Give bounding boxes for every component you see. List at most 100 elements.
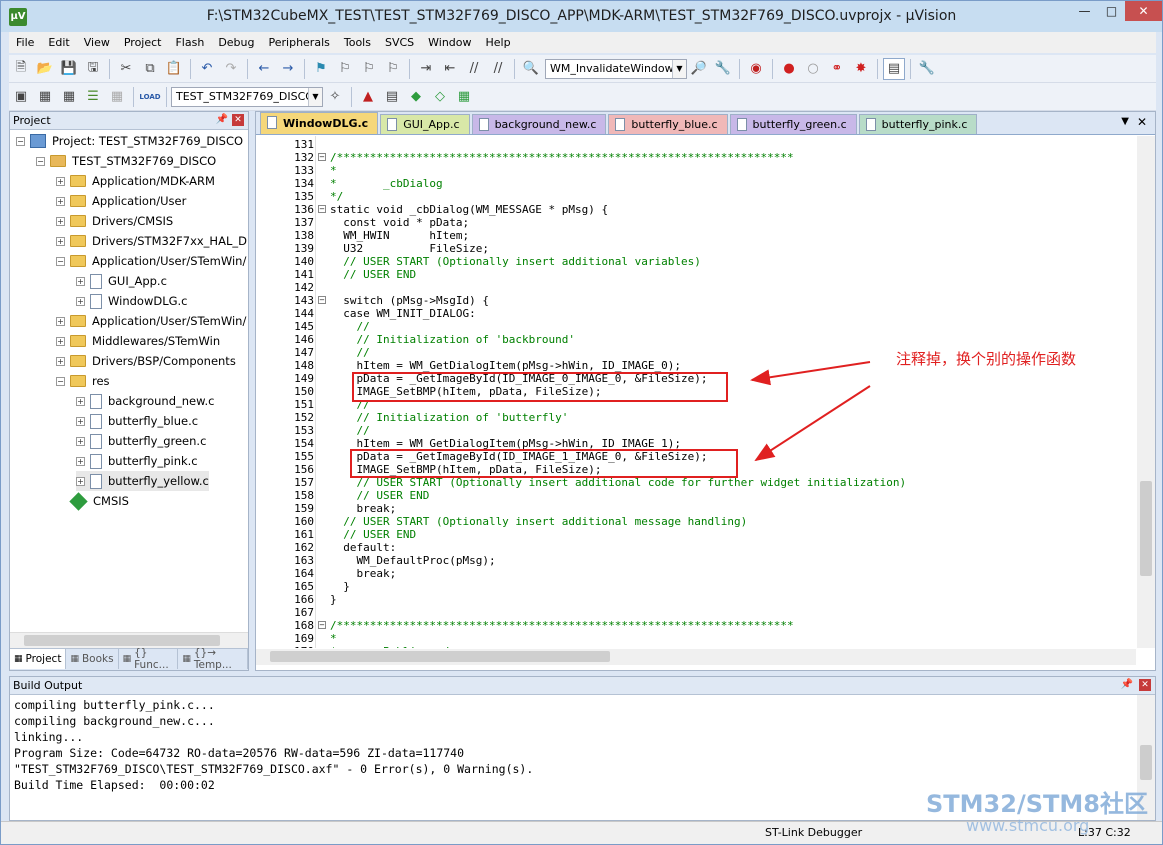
expand-toggle-icon[interactable]: +: [56, 316, 65, 326]
tree-item[interactable]: + Drivers/STM32F7xx_HAL_Driv: [56, 231, 248, 251]
batch-build-icon[interactable]: ☰: [82, 86, 104, 108]
pin-icon[interactable]: 📌: [1121, 679, 1133, 690]
scrollbar-thumb[interactable]: [24, 635, 220, 646]
translate-icon[interactable]: ▣: [10, 86, 32, 108]
close-icon[interactable]: ✕: [1139, 679, 1151, 691]
tree-item[interactable]: + Application/User: [56, 191, 186, 211]
wrench-icon[interactable]: 🔧: [916, 58, 938, 80]
collapse-toggle-icon[interactable]: −: [16, 136, 25, 146]
uncomment-icon[interactable]: //: [487, 58, 509, 80]
debug-session-icon[interactable]: ◉: [745, 58, 767, 80]
save-icon[interactable]: 💾: [58, 58, 80, 80]
stop-build-icon[interactable]: ▦: [106, 86, 128, 108]
expand-toggle-icon[interactable]: +: [76, 436, 85, 446]
collapse-toggle-icon[interactable]: −: [56, 376, 65, 386]
breakpoint-icon[interactable]: ●: [778, 58, 800, 80]
file-extensions-icon[interactable]: ▤: [381, 86, 403, 108]
clear-bookmarks-icon[interactable]: ⚐: [382, 58, 404, 80]
close-window-button[interactable]: ✕: [1125, 1, 1162, 21]
menu-edit[interactable]: Edit: [41, 36, 76, 49]
collapse-toggle-icon[interactable]: −: [56, 256, 65, 266]
undo-icon[interactable]: ↶: [196, 58, 218, 80]
next-bookmark-icon[interactable]: ⚐: [358, 58, 380, 80]
expand-toggle-icon[interactable]: +: [76, 456, 85, 466]
find-in-files-icon[interactable]: 🔍: [520, 58, 542, 80]
build-icon[interactable]: ▦: [34, 86, 56, 108]
expand-toggle-icon[interactable]: +: [56, 336, 65, 346]
tab-functions[interactable]: ▦{} Func...: [119, 647, 179, 671]
tree-item[interactable]: + Drivers/BSP/Components: [56, 351, 236, 371]
kill-breakpoints-icon[interactable]: ✸: [850, 58, 872, 80]
tab-project[interactable]: ▦ Project: [10, 649, 67, 669]
pin-icon[interactable]: 📌: [216, 114, 228, 125]
tree-item[interactable]: + Drivers/CMSIS: [56, 211, 173, 231]
cut-icon[interactable]: ✂: [115, 58, 137, 80]
expand-toggle-icon[interactable]: +: [76, 416, 85, 426]
target-select[interactable]: TEST_STM32F769_DISCO ▼: [171, 86, 323, 107]
find-icon[interactable]: 🔎: [688, 58, 710, 80]
tree-item[interactable]: + Application/User/STemWin/: [56, 311, 246, 331]
tree-item[interactable]: + background_new.c: [76, 391, 214, 411]
window-layout-icon[interactable]: ▤: [883, 57, 905, 80]
tree-item[interactable]: − Application/User/STemWin/: [56, 251, 246, 271]
maximize-button[interactable]: □: [1098, 1, 1125, 21]
tree-item[interactable]: − Project: TEST_STM32F769_DISCO: [16, 131, 243, 151]
find-combo[interactable]: WM_InvalidateWindow ▼: [545, 58, 687, 79]
editor-tab[interactable]: butterfly_pink.c: [858, 114, 978, 134]
close-icon[interactable]: ✕: [232, 114, 244, 126]
bookmark-icon[interactable]: ⚑: [310, 58, 332, 80]
code-area[interactable]: 131 132 133 134 135 136 137 138 139 140 141 142 143 1…: [256, 136, 1136, 648]
unindent-icon[interactable]: ⇤: [439, 58, 461, 80]
menu-svcs[interactable]: SVCS: [378, 36, 421, 49]
manage-project-items-icon[interactable]: ▲: [357, 86, 379, 108]
menu-view[interactable]: View: [77, 36, 117, 49]
expand-toggle-icon[interactable]: +: [56, 236, 65, 246]
tab-templates[interactable]: ▦ {}→ Temp...: [178, 647, 248, 671]
scrollbar-thumb[interactable]: [270, 651, 610, 662]
tab-list-dropdown-icon[interactable]: ▼: [1121, 116, 1129, 127]
tree-item[interactable]: − res: [56, 371, 110, 391]
tree-item[interactable]: + GUI_App.c: [76, 271, 167, 291]
expand-toggle-icon[interactable]: +: [76, 276, 85, 286]
select-packs-icon[interactable]: ◇: [429, 86, 451, 108]
tree-item[interactable]: + butterfly_yellow.c: [76, 471, 209, 491]
prev-bookmark-icon[interactable]: ⚐: [334, 58, 356, 80]
chevron-down-icon[interactable]: ▼: [308, 87, 322, 106]
close-tab-icon[interactable]: ✕: [1137, 115, 1147, 129]
tree-item[interactable]: + WindowDLG.c: [76, 291, 188, 311]
tree-item[interactable]: − TEST_STM32F769_DISCO: [36, 151, 216, 171]
copy-icon[interactable]: ⧉: [139, 58, 161, 80]
build-output-scrollbar[interactable]: [1137, 695, 1155, 820]
editor-vertical-scrollbar[interactable]: [1137, 136, 1155, 648]
new-file-icon[interactable]: 🗎: [10, 58, 32, 80]
editor-tab[interactable]: butterfly_green.c: [729, 114, 857, 134]
menu-window[interactable]: Window: [421, 36, 478, 49]
editor-horizontal-scrollbar[interactable]: [256, 649, 1136, 665]
tree-item[interactable]: CMSIS: [56, 491, 129, 511]
configure-icon[interactable]: 🔧: [712, 58, 734, 80]
menu-tools[interactable]: Tools: [337, 36, 378, 49]
chevron-down-icon[interactable]: ▼: [672, 59, 686, 78]
scrollbar-thumb[interactable]: [1140, 745, 1152, 780]
tree-item[interactable]: + butterfly_green.c: [76, 431, 206, 451]
disable-all-breakpoints-icon[interactable]: ⚭: [826, 58, 848, 80]
project-tree-scrollbar[interactable]: [10, 632, 248, 648]
load-download-icon[interactable]: LOAD: [139, 86, 161, 108]
navigate-forward-icon[interactable]: →: [277, 58, 299, 80]
open-folder-icon[interactable]: 📂: [34, 58, 56, 80]
redo-icon[interactable]: ↷: [220, 58, 242, 80]
editor-tab[interactable]: butterfly_blue.c: [608, 114, 728, 134]
pack-installer-icon[interactable]: ▦: [453, 86, 475, 108]
menu-debug[interactable]: Debug: [211, 36, 261, 49]
expand-toggle-icon[interactable]: +: [56, 196, 65, 206]
expand-toggle-icon[interactable]: +: [76, 296, 85, 306]
comment-icon[interactable]: //: [463, 58, 485, 80]
paste-icon[interactable]: 📋: [163, 58, 185, 80]
indent-icon[interactable]: ⇥: [415, 58, 437, 80]
tab-books[interactable]: ▦ Books: [66, 649, 119, 669]
save-all-icon[interactable]: 🖫: [82, 58, 104, 80]
tree-item[interactable]: + Middlewares/STemWin: [56, 331, 220, 351]
editor-tab[interactable]: background_new.c: [471, 114, 607, 134]
tree-item[interactable]: + butterfly_blue.c: [76, 411, 198, 431]
collapse-toggle-icon[interactable]: −: [36, 156, 45, 166]
